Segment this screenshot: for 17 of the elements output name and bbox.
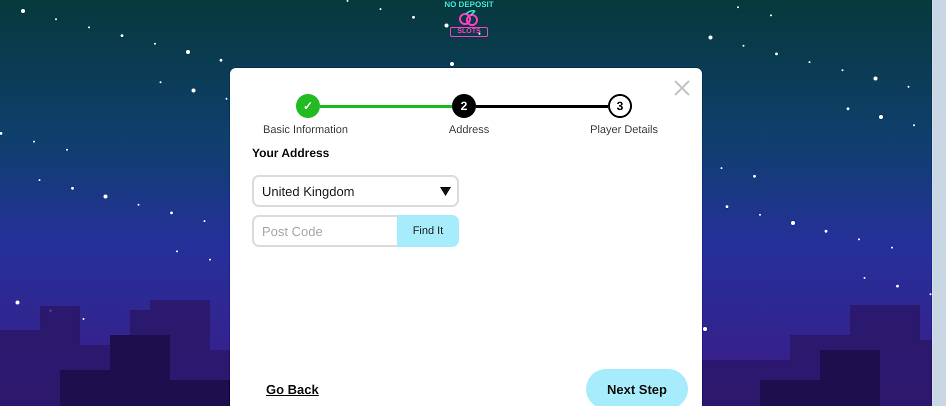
step-marker: 2 <box>452 94 476 118</box>
back-link[interactable]: Go Back <box>266 382 319 396</box>
next-step-button[interactable]: Next Step <box>586 369 688 406</box>
cherry-icon <box>458 10 480 26</box>
scrollbar[interactable] <box>932 0 946 406</box>
section-heading: Your Address <box>252 146 330 160</box>
find-button[interactable]: Find It <box>397 215 459 247</box>
post-code-field[interactable]: Post Code <box>252 215 397 247</box>
step-marker: ✓ <box>296 94 320 118</box>
logo-text: NO DEPOSIT <box>444 0 494 10</box>
step-label: Basic Information <box>263 124 348 136</box>
step-label: Address <box>448 124 490 136</box>
close-icon[interactable] <box>674 80 690 96</box>
dropdown-icon <box>440 186 451 196</box>
step-marker: 3 <box>608 94 632 118</box>
step-label: Player Details <box>590 124 658 136</box>
country-select[interactable]: United Kingdom <box>252 175 459 207</box>
